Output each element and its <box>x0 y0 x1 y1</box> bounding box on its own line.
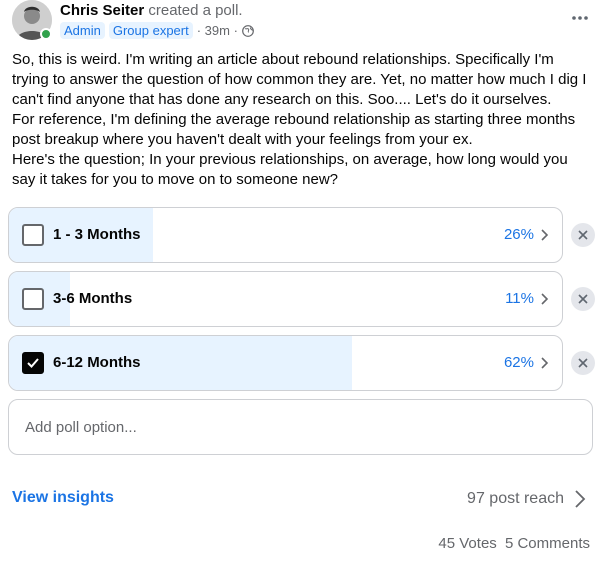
poll-option-percent[interactable]: 62% <box>504 354 534 371</box>
checkbox[interactable] <box>22 352 44 374</box>
poll-option-percent[interactable]: 11% <box>505 290 534 307</box>
poll-option-label: 1 - 3 Months <box>53 226 141 243</box>
chevron-right-icon <box>540 228 550 242</box>
poll-option-2[interactable]: 3-6 Months 11% <box>8 271 563 327</box>
vote-count[interactable]: 45 Votes <box>438 535 496 552</box>
post-stats: 45 Votes 5 Comments <box>434 535 590 552</box>
close-icon <box>578 358 588 368</box>
poll-option-label: 3-6 Months <box>53 290 133 307</box>
chevron-right-icon <box>540 292 550 306</box>
checkbox[interactable] <box>22 288 44 310</box>
post-reach[interactable]: 97 post reach <box>467 490 564 508</box>
checkbox[interactable] <box>22 224 44 246</box>
more-icon[interactable] <box>568 8 592 28</box>
post-time[interactable]: · 39m · <box>197 23 238 38</box>
chevron-right-icon[interactable] <box>574 489 586 509</box>
remove-option-button[interactable] <box>571 351 595 375</box>
admin-badge[interactable]: Admin <box>60 22 105 39</box>
post-paragraph: So, this is weird. I'm writing an articl… <box>12 51 587 108</box>
author-action: created a poll. <box>148 2 243 19</box>
poll-option-percent[interactable]: 26% <box>504 226 534 243</box>
poll-option-3[interactable]: 6-12 Months 62% <box>8 335 563 391</box>
comment-count[interactable]: 5 Comments <box>505 535 590 552</box>
view-insights-link[interactable]: View insights <box>12 489 114 507</box>
poll-option-1[interactable]: 1 - 3 Months 26% <box>8 207 563 263</box>
remove-option-button[interactable] <box>571 223 595 247</box>
post-paragraph: For reference, I'm defining the average … <box>12 111 576 148</box>
group-expert-badge[interactable]: Group expert <box>108 22 193 39</box>
post-header: Chris Seiter created a poll. Admin Group… <box>12 0 592 44</box>
post-paragraph: Here's the question; In your previous re… <box>12 151 568 188</box>
remove-option-button[interactable] <box>571 287 595 311</box>
post-body: So, this is weird. I'm writing an articl… <box>12 50 592 190</box>
globe-icon <box>242 24 254 37</box>
close-icon <box>578 294 588 304</box>
check-icon <box>27 358 39 368</box>
chevron-right-icon <box>540 356 550 370</box>
close-icon <box>578 230 588 240</box>
add-poll-option-input[interactable] <box>8 399 593 455</box>
post-meta: Admin Group expert · 39m · <box>60 22 254 39</box>
poll-option-label: 6-12 Months <box>53 354 141 371</box>
online-status-dot <box>40 28 52 40</box>
author-line: Chris Seiter created a poll. <box>60 2 243 19</box>
author-name[interactable]: Chris Seiter <box>60 2 144 19</box>
